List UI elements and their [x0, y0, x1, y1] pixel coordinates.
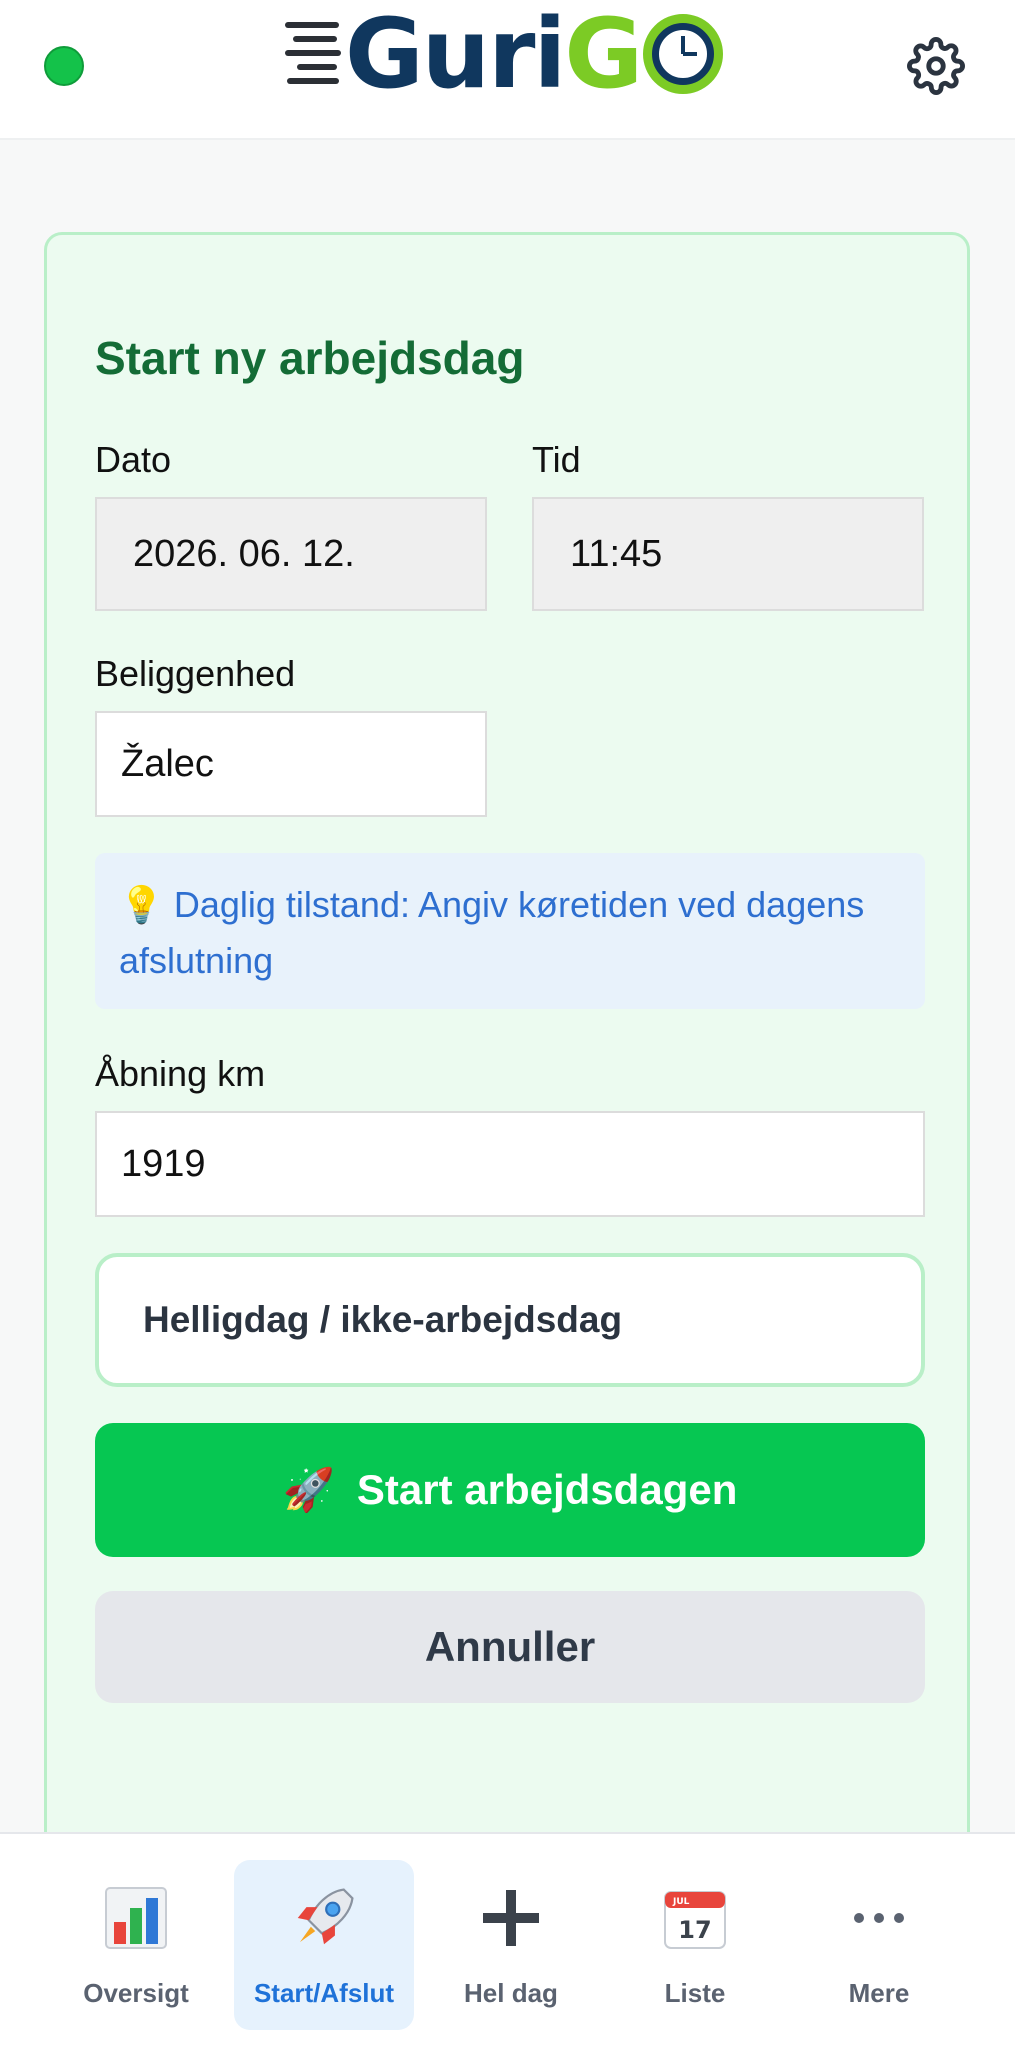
nav-item-oversigt[interactable]: Oversigt [46, 1860, 226, 2030]
opening-km-label: Åbning km [95, 1053, 266, 1094]
start-workday-card: Start ny arbejdsdag Dato 2026. 06. 12. T… [44, 232, 970, 1852]
status-indicator-dot [44, 46, 84, 86]
plus-icon [475, 1882, 547, 1954]
clock-icon [643, 14, 724, 94]
rocket-icon [288, 1882, 360, 1954]
card-title: Start ny arbejdsdag [95, 332, 525, 384]
nav-item-liste[interactable]: JUL 17 Liste [605, 1860, 785, 2030]
svg-text:17: 17 [678, 1916, 711, 1944]
location-value: Žalec [121, 742, 214, 785]
nav-item-hel-dag[interactable]: Hel dag [421, 1860, 601, 2030]
nav-label-mere: Mere [848, 1978, 910, 2008]
nav-label-oversigt: Oversigt [83, 1978, 189, 2008]
logo-text-guri: Guri [345, 0, 566, 110]
app-header: Guri G [0, 0, 1015, 140]
time-value: 11:45 [570, 532, 663, 575]
bottom-navigation: Oversigt Start/Afslut Hel dag JUL 17 Lis… [0, 1832, 1015, 2048]
nav-item-start-afslut[interactable]: Start/Afslut [234, 1860, 414, 2030]
start-workday-label: Start arbejdsdagen [356, 1466, 738, 1513]
rocket-icon: 🚀 [282, 1465, 335, 1513]
date-label: Dato [95, 439, 172, 480]
info-notice: 💡 Daglig tilstand: Angiv køretiden ved d… [95, 853, 925, 1009]
holiday-label: Helligdag / ikke-arbejdsdag [143, 1299, 623, 1340]
cancel-button[interactable]: Annuller [95, 1591, 925, 1703]
settings-button[interactable] [906, 36, 966, 96]
opening-km-input[interactable]: 1919 [95, 1111, 925, 1217]
date-field[interactable]: 2026. 06. 12. [95, 497, 487, 611]
nav-label-liste: Liste [664, 1978, 726, 2008]
time-label: Tid [532, 439, 581, 480]
lightbulb-icon: 💡 [119, 884, 164, 925]
nav-label-start-afslut: Start/Afslut [253, 1978, 395, 2008]
cancel-label: Annuller [424, 1623, 596, 1670]
calendar-icon: JUL 17 [659, 1882, 731, 1954]
holiday-toggle-button[interactable]: Helligdag / ikke-arbejdsdag [95, 1253, 925, 1387]
time-field[interactable]: 11:45 [532, 497, 924, 611]
location-label: Beliggenhed [95, 653, 296, 694]
info-text: Daglig tilstand: Angiv køretiden ved dag… [119, 884, 865, 981]
nav-label-hel-dag: Hel dag [464, 1978, 558, 2008]
speed-lines-icon [285, 14, 345, 94]
location-field[interactable]: Žalec [95, 711, 487, 817]
logo-text-g: G [564, 0, 643, 110]
bar-chart-icon [100, 1882, 172, 1954]
more-dots-icon [843, 1882, 915, 1954]
opening-km-value: 1919 [121, 1142, 206, 1185]
gear-icon [907, 37, 965, 95]
svg-text:JUL: JUL [672, 1897, 690, 1907]
start-workday-button[interactable]: 🚀 Start arbejdsdagen [95, 1423, 925, 1557]
gurigo-logo: Guri G [285, 4, 735, 104]
date-value: 2026. 06. 12. [133, 532, 355, 575]
nav-item-mere[interactable]: Mere [789, 1860, 969, 2030]
